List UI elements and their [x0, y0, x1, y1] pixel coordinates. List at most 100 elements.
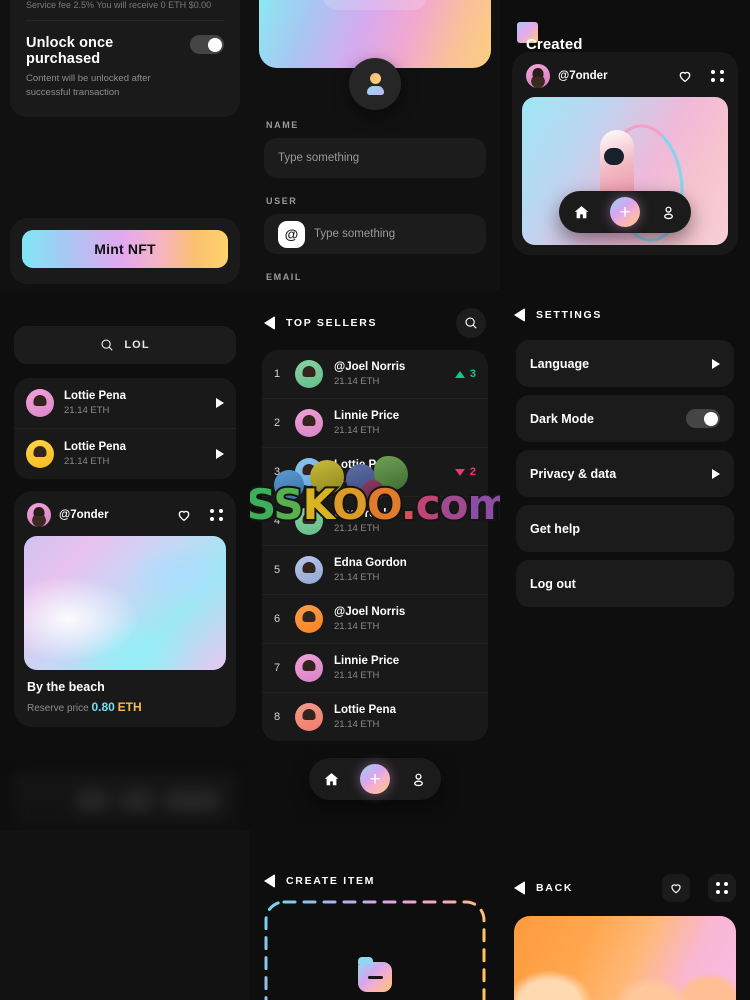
table-row[interactable]: 4 Jay Brooks 21.14 ETH [262, 496, 488, 545]
rank: 6 [274, 613, 281, 625]
nft-title: By the beach [27, 680, 105, 694]
person-icon[interactable] [410, 771, 427, 788]
settings-item-label: Language [530, 356, 590, 371]
settings-item-label: Get help [530, 521, 581, 536]
result-price: 21.14 ETH [64, 405, 110, 416]
name-field-label: NAME [266, 120, 299, 130]
nft-card[interactable]: @7onder + [512, 52, 738, 255]
avatar [295, 360, 323, 388]
plus-icon[interactable]: + [610, 197, 640, 227]
bottom-tabbar: + [309, 758, 441, 800]
list-item[interactable]: Lottie Pena 21.14 ETH [14, 428, 236, 479]
panel-empty [0, 830, 250, 1000]
bottom-tabbar: + [559, 191, 691, 233]
settings-item-get-help[interactable]: Get help [516, 505, 734, 552]
settings-item-language[interactable]: Language [516, 340, 734, 387]
back-icon[interactable] [514, 881, 525, 895]
table-row[interactable]: 2 Linnie Price 21.14 ETH [262, 398, 488, 447]
name-placeholder: Type something [278, 152, 360, 164]
table-row[interactable]: 6 @Joel Norris 21.14 ETH [262, 594, 488, 643]
avatar[interactable] [526, 64, 550, 88]
rank: 3 [274, 466, 281, 478]
email-field-label: EMAIL [266, 272, 302, 282]
name-input[interactable]: Type something [264, 138, 486, 178]
seller-price: 21.14 ETH [334, 719, 380, 730]
mint-action-bar: Mint NFT [10, 218, 240, 284]
search-button[interactable] [456, 308, 486, 338]
grid-dots-icon[interactable] [711, 69, 724, 83]
mint-nft-button[interactable]: Mint NFT [22, 230, 228, 268]
chevron-right-icon[interactable] [216, 449, 224, 459]
seller-name: Lottie Pena [334, 459, 396, 471]
back-icon[interactable] [264, 316, 275, 330]
creator-handle: @7onder [59, 509, 109, 521]
grid-dots-icon [715, 881, 729, 895]
table-row[interactable]: 3 Lottie Pena 21.14 ETH 2 [262, 447, 488, 496]
seller-name: Lottie Pena [334, 704, 396, 716]
settings-item-label: Privacy & data [530, 466, 617, 481]
more-button[interactable] [708, 874, 736, 902]
table-row[interactable]: 8 Lottie Pena 21.14 ETH [262, 692, 488, 741]
result-price: 21.14 ETH [64, 456, 110, 467]
dark-mode-toggle[interactable] [686, 409, 720, 428]
avatar [295, 654, 323, 682]
delta-value: 2 [469, 466, 476, 478]
seller-price: 21.14 ETH [334, 621, 380, 632]
seller-price: 21.14 ETH [334, 474, 380, 485]
result-name: Lottie Pena [64, 390, 126, 402]
seller-name: @Joel Norris [334, 361, 406, 373]
upload-dropzone[interactable] [264, 900, 486, 1000]
settings-item-label: Dark Mode [530, 411, 594, 426]
chevron-right-icon [712, 468, 720, 479]
heart-icon[interactable] [677, 68, 693, 84]
cover-notch [323, 0, 427, 10]
plus-icon[interactable]: + [360, 764, 390, 794]
avatar[interactable] [349, 58, 401, 110]
seller-price: 21.14 ETH [334, 670, 380, 681]
unlock-toggle[interactable] [190, 35, 224, 54]
home-icon[interactable] [573, 204, 590, 221]
seller-price: 21.14 ETH [334, 523, 380, 534]
avatar [26, 389, 54, 417]
settings-item-label: Log out [530, 576, 576, 591]
delta-badge: 2 [454, 466, 476, 478]
rank: 4 [274, 515, 281, 527]
table-row[interactable]: 1 @Joel Norris 21.14 ETH 3 [262, 350, 488, 398]
seller-name: Jay Brooks [334, 508, 397, 520]
nft-artwork [24, 536, 226, 670]
back-icon[interactable] [264, 874, 275, 888]
seller-name: @Joel Norris [334, 606, 406, 618]
chevron-right-icon[interactable] [216, 398, 224, 408]
user-input[interactable]: @ Type something [264, 214, 486, 254]
detail-header: BACK [500, 830, 750, 902]
detail-artwork [514, 916, 736, 1000]
list-item[interactable]: Lottie Pena 21.14 ETH [14, 378, 236, 428]
delta-value: 3 [469, 368, 476, 380]
settings-item-log-out[interactable]: Log out [516, 560, 734, 607]
page-title: BACK [536, 882, 574, 894]
nft-card[interactable]: @7onder By the beach Reserve price 0.80 … [14, 491, 236, 727]
search-input[interactable]: LOL [14, 326, 236, 364]
back-icon[interactable] [514, 308, 525, 322]
settings-item-dark-mode[interactable]: Dark Mode [516, 395, 734, 442]
rank: 1 [274, 368, 281, 380]
avatar [295, 458, 323, 486]
at-icon: @ [278, 220, 305, 248]
page-title: SETTINGS [536, 309, 603, 321]
grid-dots-icon[interactable] [210, 508, 223, 522]
heart-icon[interactable] [176, 507, 192, 523]
divider [26, 20, 224, 21]
avatar[interactable] [27, 503, 51, 527]
like-button[interactable] [662, 874, 690, 902]
panel-created: Created @7onder + [500, 0, 750, 290]
unlock-title: Unlock once purchased [26, 35, 114, 67]
table-row[interactable]: 5 Edna Gordon 21.14 ETH [262, 545, 488, 594]
search-results-list: Lottie Pena 21.14 ETH Lottie Pena 21.14 … [14, 378, 236, 479]
settings-item-privacy[interactable]: Privacy & data [516, 450, 734, 497]
chevron-right-icon [712, 358, 720, 369]
scroll-fade [14, 774, 236, 830]
home-icon[interactable] [323, 771, 340, 788]
seller-name: Linnie Price [334, 655, 400, 667]
person-icon[interactable] [660, 204, 677, 221]
table-row[interactable]: 7 Linnie Price 21.14 ETH [262, 643, 488, 692]
